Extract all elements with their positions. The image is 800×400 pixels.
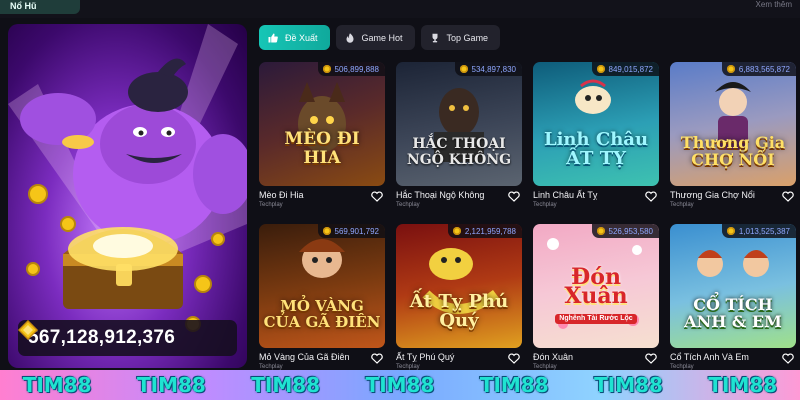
- heart-icon[interactable]: [645, 353, 657, 364]
- watermark-text: TIM88: [251, 373, 321, 397]
- jackpot-badge: 526,953,580: [591, 224, 659, 238]
- jackpot-badge: 569,901,792: [317, 224, 385, 238]
- genie-illustration: [8, 24, 247, 332]
- coin-icon: [322, 227, 331, 235]
- game-card[interactable]: MỎ VÀNG CỦA GÃ ĐIÊN 569,901,792 Mỏ Vàng …: [259, 224, 385, 372]
- jackpot-amount: 1,013,525,387: [738, 226, 790, 236]
- tab-label: Top Game: [446, 32, 489, 43]
- watermark-text: TIM88: [137, 373, 206, 397]
- heart-icon[interactable]: [645, 191, 657, 202]
- game-name[interactable]: Mỏ Vàng Của Gã Điên: [259, 352, 350, 362]
- jackpot-value: 567,128,912,376: [28, 327, 176, 348]
- jackpot-amount: 506,899,888: [334, 64, 380, 74]
- coin-icon: [322, 65, 331, 73]
- game-name[interactable]: Cổ Tích Anh Và Em: [670, 352, 749, 362]
- watermark-text: TIM88: [708, 373, 778, 397]
- diamond-coin-icon: [18, 320, 38, 340]
- game-card[interactable]: MÈO ĐI HIA 506,899,888 Mèo Đi Hia Techpl…: [259, 62, 385, 210]
- section-tab[interactable]: Nổ Hũ: [0, 0, 80, 14]
- game-thumbnail[interactable]: Thương Gia CHỢ NỔI 6,883,565,872: [670, 62, 796, 186]
- heart-icon[interactable]: [371, 353, 383, 364]
- game-thumbnail[interactable]: Linh Châu ẤT TỴ 849,015,872: [533, 62, 659, 186]
- game-thumbnail[interactable]: CỔ TÍCH ANH & EM 1,013,525,387: [670, 224, 796, 348]
- jackpot-amount: 849,015,872: [608, 64, 654, 74]
- jackpot-badge: 849,015,872: [591, 62, 659, 76]
- top-strip: Nổ Hũ Xem thêm: [0, 0, 800, 18]
- jackpot-hero-banner[interactable]: 567,128,912,376: [8, 24, 247, 368]
- watermark-text: TIM88: [22, 373, 92, 397]
- game-provider: Techplay: [259, 202, 283, 208]
- thumbs-up-icon: [268, 33, 278, 42]
- heart-icon[interactable]: [371, 191, 383, 202]
- game-filter-tabs: Đề Xuất Game Hot Top Game: [259, 25, 501, 50]
- jackpot-badge: 6,883,565,872: [721, 62, 796, 76]
- tab-label: Đề Xuất: [285, 32, 318, 43]
- game-card[interactable]: Đón Xuân Nghênh Tài Rước Lộc 526,953,580…: [533, 224, 659, 372]
- jackpot-amount: 534,897,830: [471, 64, 517, 74]
- game-card[interactable]: Thương Gia CHỢ NỔI 6,883,565,872 Thương …: [670, 62, 796, 210]
- jackpot-amount: 6,883,565,872: [738, 64, 790, 74]
- game-art-subtitle: Nghênh Tài Rước Lộc: [555, 314, 637, 324]
- tab-recommended[interactable]: Đề Xuất: [259, 25, 330, 50]
- game-card[interactable]: HẮC THOẠI NGỘ KHÔNG 534,897,830 Hắc Thoạ…: [396, 62, 522, 210]
- watermark-text: TIM88: [365, 373, 435, 397]
- trophy-icon: [432, 33, 438, 42]
- jackpot-badge: 1,013,525,387: [721, 224, 796, 238]
- jackpot-badge: 2,121,959,788: [447, 224, 522, 238]
- game-thumbnail[interactable]: MỎ VÀNG CỦA GÃ ĐIÊN 569,901,792: [259, 224, 385, 348]
- game-card[interactable]: Linh Châu ẤT TỴ 849,015,872 Linh Châu Ất…: [533, 62, 659, 210]
- watermark-text: TIM88: [594, 373, 663, 397]
- jackpot-amount: 526,953,580: [608, 226, 654, 236]
- heart-icon[interactable]: [782, 353, 794, 364]
- game-thumbnail[interactable]: Ất Tỵ Phú Quý 2,121,959,788: [396, 224, 522, 348]
- jackpot-badge: 534,897,830: [454, 62, 522, 76]
- game-provider: Techplay: [670, 202, 694, 208]
- game-provider: Techplay: [396, 202, 420, 208]
- game-art-title: Ất Tỵ Phú Quý: [409, 291, 509, 331]
- game-art-title: Thương Gia CHỢ NỔI: [680, 133, 786, 169]
- heart-icon[interactable]: [508, 191, 520, 202]
- game-card[interactable]: Ất Tỵ Phú Quý 2,121,959,788 Ất Tỵ Phú Qu…: [396, 224, 522, 372]
- tab-top-game[interactable]: Top Game: [420, 25, 501, 50]
- game-name[interactable]: Linh Châu Ất Tỵ: [533, 190, 597, 200]
- jackpot-amount: 2,121,959,788: [464, 226, 516, 236]
- game-thumbnail[interactable]: HẮC THOẠI NGỘ KHÔNG 534,897,830: [396, 62, 522, 186]
- tab-label: Game Hot: [361, 32, 403, 43]
- game-name[interactable]: Ất Tỵ Phú Quý: [396, 352, 454, 362]
- game-art-title: Đón Xuân: [564, 264, 628, 309]
- coin-icon: [452, 227, 461, 235]
- coin-icon: [459, 65, 468, 73]
- coin-icon: [726, 227, 735, 235]
- game-art-title: MÈO ĐI HIA: [284, 129, 360, 168]
- heart-icon[interactable]: [508, 353, 520, 364]
- heart-icon[interactable]: [782, 191, 794, 202]
- game-art-title: MỎ VÀNG CỦA GÃ ĐIÊN: [263, 297, 381, 331]
- coin-icon: [726, 65, 735, 73]
- coin-icon: [596, 65, 605, 73]
- jackpot-amount: 569,901,792: [334, 226, 380, 236]
- game-name[interactable]: Hắc Thoại Ngộ Không: [396, 190, 484, 200]
- game-thumbnail[interactable]: MÈO ĐI HIA 506,899,888: [259, 62, 385, 186]
- flame-icon: [346, 32, 354, 43]
- jackpot-counter: 567,128,912,376: [18, 320, 237, 356]
- coin-icon: [596, 227, 605, 235]
- game-art-title: HẮC THOẠI NGỘ KHÔNG: [406, 136, 512, 168]
- game-name[interactable]: Đón Xuân: [533, 352, 573, 362]
- watermark-text: TIM88: [479, 373, 549, 397]
- game-name[interactable]: Mèo Đi Hia: [259, 190, 304, 200]
- jackpot-badge: 506,899,888: [317, 62, 385, 76]
- game-thumbnail[interactable]: Đón Xuân Nghênh Tài Rước Lộc 526,953,580: [533, 224, 659, 348]
- game-art-title: CỔ TÍCH ANH & EM: [684, 295, 782, 331]
- game-name[interactable]: Thương Gia Chợ Nổi: [670, 190, 755, 200]
- tab-game-hot[interactable]: Game Hot: [335, 25, 415, 50]
- game-provider: Techplay: [533, 202, 557, 208]
- watermark-banner: TIM88 TIM88 TIM88 TIM88 TIM88 TIM88 TIM8…: [0, 370, 800, 400]
- game-art-title: Linh Châu ẤT TỴ: [543, 129, 649, 169]
- see-more-link[interactable]: Xem thêm: [756, 0, 792, 9]
- game-card[interactable]: CỔ TÍCH ANH & EM 1,013,525,387 Cổ Tích A…: [670, 224, 796, 372]
